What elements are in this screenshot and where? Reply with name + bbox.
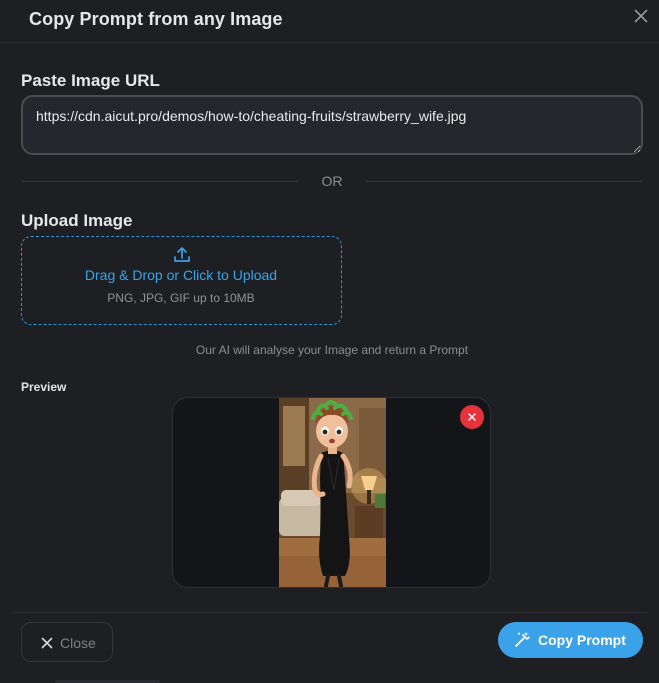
modal-header: Copy Prompt from any Image bbox=[0, 0, 659, 43]
upload-section-label: Upload Image bbox=[21, 211, 133, 230]
copy-prompt-modal: Copy Prompt from any Image Paste Image U… bbox=[0, 0, 659, 683]
modal-title: Copy Prompt from any Image bbox=[29, 9, 283, 29]
close-icon bbox=[41, 637, 53, 649]
dropzone-subtitle: PNG, JPG, GIF up to 10MB bbox=[107, 291, 255, 305]
magic-wand-icon bbox=[515, 632, 530, 647]
preview-container bbox=[172, 397, 491, 588]
close-icon[interactable] bbox=[632, 7, 650, 25]
upload-dropzone[interactable]: Drag & Drop or Click to Upload PNG, JPG,… bbox=[21, 236, 342, 325]
analyse-note: Our AI will analyse your Image and retur… bbox=[195, 343, 469, 357]
remove-image-button[interactable] bbox=[460, 405, 484, 429]
close-button-label: Close bbox=[60, 635, 96, 651]
divider-line-right bbox=[365, 181, 643, 182]
dropzone-title: Drag & Drop or Click to Upload bbox=[84, 267, 278, 283]
remove-icon bbox=[468, 413, 476, 421]
url-section-label: Paste Image URL bbox=[21, 71, 160, 90]
upload-icon bbox=[174, 247, 190, 262]
image-url-input[interactable]: https://cdn.aicut.pro/demos/how-to/cheat… bbox=[21, 95, 643, 155]
preview-label: Preview bbox=[21, 380, 67, 394]
or-divider: OR bbox=[21, 172, 643, 192]
copy-prompt-button[interactable]: Copy Prompt bbox=[498, 622, 643, 658]
close-button[interactable]: Close bbox=[21, 622, 113, 662]
copy-prompt-button-label: Copy Prompt bbox=[538, 632, 626, 648]
preview-image bbox=[279, 398, 386, 587]
footer-divider bbox=[12, 612, 647, 613]
